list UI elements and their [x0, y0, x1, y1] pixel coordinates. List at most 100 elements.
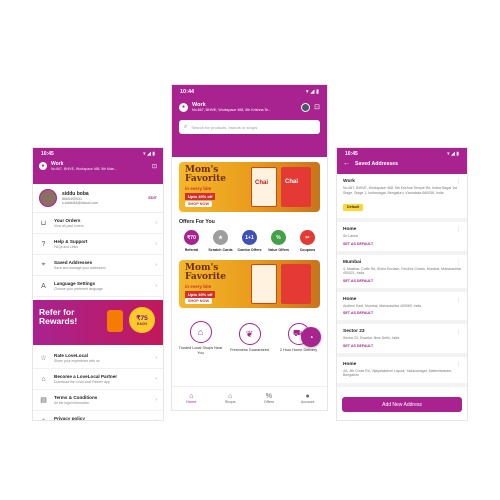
location-icon: ⌖: [41, 261, 46, 268]
menu-item-title: Language Settings: [54, 281, 96, 286]
search-input[interactable]: ⌕ Search for products, brands or shops: [179, 120, 320, 134]
pack-2-label: Chai: [285, 179, 299, 185]
home-icon: ⌂: [189, 393, 194, 400]
product-pack-2: Chai: [281, 167, 311, 207]
more-options-icon[interactable]: ⋮: [456, 329, 461, 335]
address-text: Sector 23, Dwarka, New Delhi, India: [343, 336, 400, 341]
shop-icon: ⌂: [228, 393, 233, 400]
chevron-right-icon: ›: [155, 418, 157, 420]
shop-now-button[interactable]: SHOP NOW: [185, 201, 213, 207]
address-text: No.667, BHIVE, Workspace 468, 5th Krishn…: [343, 186, 458, 195]
menu-item[interactable]: ▤ Terms & Conditions All the legal infor…: [33, 390, 163, 411]
default-badge: Default: [343, 203, 364, 211]
tab-home[interactable]: ⌂ Home: [172, 393, 210, 404]
feature-tile: ❦ Freshness Guaranteed: [228, 323, 272, 353]
store-icon: ⌂: [41, 375, 46, 383]
menu-item-subtitle: All the legal information: [54, 401, 90, 405]
leaf-icon: ❦: [238, 323, 261, 346]
set-default-button[interactable]: SET AS DEFAULT: [343, 242, 461, 246]
bottom-nav: ⌂ Home ⌂ Shops% Offers ● Account: [172, 386, 327, 410]
offers-icon: %: [265, 393, 272, 400]
shop-now-button-2[interactable]: SHOP NOW: [185, 298, 213, 304]
offer-label: Value Offers: [268, 248, 289, 252]
language-icon: A: [41, 282, 46, 290]
menu-item[interactable]: ⊔ Your Orders View all past orders ›: [33, 213, 163, 234]
location-bar[interactable]: ● Work No.667, BHIVE, Workspace 468, 5th…: [33, 159, 163, 173]
status-bar: 10:45 ▾ ◢ ▮: [33, 148, 163, 159]
set-default-button[interactable]: SET AS DEFAULT: [343, 279, 461, 283]
offer-badge: ★: [213, 230, 228, 245]
offer-item[interactable]: ✂ Coupons: [294, 230, 321, 252]
set-default-button[interactable]: SET AS DEFAULT: [343, 311, 461, 315]
offer-item[interactable]: 1+1 Combo Offers: [236, 230, 263, 252]
menu-item[interactable]: ⌂ Become a LoveLocal Partner Download th…: [33, 369, 163, 390]
offer-item[interactable]: ₹70 Referral: [178, 230, 205, 252]
more-options-icon[interactable]: ⋮: [456, 179, 461, 185]
addresses-header: 10:45 ▾ ◢ ▮ ← Saved Addresses: [337, 148, 467, 174]
more-options-icon[interactable]: ⋮: [456, 297, 461, 303]
help-icon: ?: [41, 240, 46, 248]
offer-badge: %: [271, 230, 286, 245]
address-card[interactable]: Mumbai 4, Malabar, Cuffe Rd, Shirin Encl…: [337, 255, 467, 292]
chat-fab[interactable]: ◔: [301, 327, 321, 347]
menu-item-title: Become a LoveLocal Partner: [54, 374, 118, 379]
edit-profile-button[interactable]: EDIT: [148, 196, 157, 200]
promo-banner-2[interactable]: Mom's Favorite in every bite Upto 40% of…: [179, 260, 320, 308]
more-options-icon[interactable]: ⋮: [456, 227, 461, 233]
refer-banner[interactable]: Refer for Rewards! ₹75 EACH: [33, 300, 163, 345]
menu-item-title: Help & Support: [54, 239, 88, 244]
banner-2-offer: Upto 40% off: [185, 291, 216, 298]
cart-icon[interactable]: ⊡: [314, 103, 320, 111]
chevron-right-icon: ›: [155, 262, 157, 268]
location-pin-icon: ●: [179, 102, 188, 112]
profile-card: siddu boba 8660490531 s.siddu84@icloud.c…: [33, 184, 163, 213]
product-pack-1: Chai: [251, 167, 277, 207]
menu-item[interactable]: ◈ Privacy policy About our policy ›: [33, 411, 163, 420]
search-icon: ⌕: [184, 123, 188, 130]
cart-icon[interactable]: ⊡: [152, 163, 157, 170]
offer-item[interactable]: ★ Scratch Cards: [207, 230, 234, 252]
offer-badge: ✂: [300, 230, 315, 245]
more-options-icon[interactable]: ⋮: [456, 260, 461, 266]
menu-item[interactable]: ? Help & Support FAQs and Links ›: [33, 234, 163, 255]
tab-shops[interactable]: ⌂ Shops: [211, 393, 249, 404]
tab-label: Home: [186, 400, 197, 404]
address-card[interactable]: Home 4A, 4th Cross Rd, Vijayalakshmi Lay…: [337, 357, 467, 387]
add-new-address-button[interactable]: Add New Address: [342, 397, 462, 412]
address-text: 4A, 4th Cross Rd, Vijayalakshmi Layout, …: [343, 368, 453, 378]
menu-item[interactable]: ☆ Rate LoveLocal Share your experience w…: [33, 348, 163, 369]
product-pack-4: [281, 264, 311, 304]
offers-heading: Offers For You: [179, 219, 215, 225]
offer-label: Coupons: [299, 248, 316, 252]
offer-badge: 1+1: [242, 230, 257, 245]
profile-email: s.siddu84@icloud.com: [62, 201, 99, 205]
chevron-right-icon: ›: [155, 241, 157, 247]
back-arrow-icon[interactable]: ←: [343, 160, 350, 167]
refer-title-2: Rewards!: [39, 316, 78, 327]
reward-each: EACH: [137, 322, 147, 326]
more-options-icon[interactable]: ⋮: [456, 362, 461, 368]
status-icons: ▾ ◢ ▮: [143, 150, 155, 157]
offer-item[interactable]: % Value Offers: [265, 230, 292, 252]
promo-banner[interactable]: Mom's Favorite in every bite Upto 40% of…: [179, 162, 320, 212]
location-bar[interactable]: ● Work No.667, BHIVE, Workspace 468, 5th…: [172, 99, 327, 115]
set-default-button[interactable]: SET AS DEFAULT: [343, 344, 461, 348]
gift-illustration: [107, 310, 123, 332]
tab-label: Shops: [224, 400, 236, 404]
address-card[interactable]: Home Sri Lanka SET AS DEFAULT ⋮: [337, 222, 467, 255]
tab-offers[interactable]: % Offers: [250, 393, 288, 404]
menu-item-subtitle: View all past orders: [54, 224, 84, 228]
address-card[interactable]: Home Andheri East, Mumbai, Maharashtra 4…: [337, 292, 467, 325]
address-name: Mumbai: [343, 259, 362, 265]
address-card[interactable]: Sector 23 Sector 23, Dwarka, New Delhi, …: [337, 324, 467, 357]
tab-account[interactable]: ● Account: [289, 393, 327, 404]
address-card[interactable]: Work No.667, BHIVE, Workspace 468, 5th K…: [337, 174, 467, 223]
chevron-right-icon: ›: [155, 355, 157, 361]
status-bar: 10:44 ▾ ◢ ▮: [172, 85, 327, 99]
location-address: No.667, BHIVE, Workspace 468, 5th Krishn…: [192, 108, 272, 112]
menu-item[interactable]: A Language Settings Choose your preferre…: [33, 276, 163, 297]
menu-item[interactable]: ⌖ Saved Addresses Save and manage your a…: [33, 255, 163, 276]
avatar[interactable]: [301, 102, 311, 112]
account-screen: 10:45 ▾ ◢ ▮ ● Work No.667, BHIVE, Worksp…: [33, 148, 163, 420]
feature-tile: ⌂ Trusted Local Shops Near You: [179, 321, 223, 355]
